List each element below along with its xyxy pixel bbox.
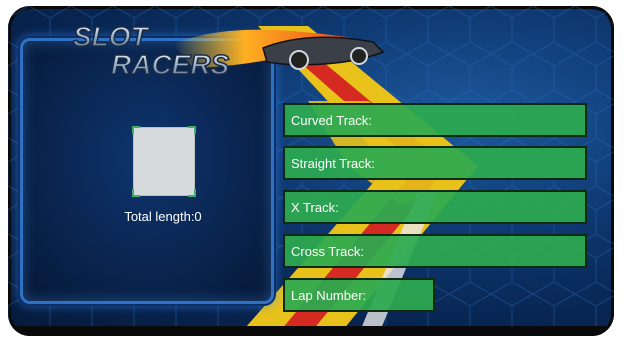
track-preview-canvas[interactable] bbox=[132, 126, 196, 197]
corner-handle bbox=[132, 126, 140, 134]
logo-text-slot: SLOT bbox=[73, 21, 151, 52]
corner-handle bbox=[188, 126, 196, 134]
total-length-label: Total length:0 bbox=[124, 209, 202, 224]
straight-track-field[interactable]: Straight Track: bbox=[283, 146, 587, 180]
x-track-field[interactable]: X Track: bbox=[283, 190, 587, 224]
game-screen: Total length:0 Curved Track: Straight Tr… bbox=[8, 6, 614, 336]
logo-text-racers: RACERS bbox=[111, 49, 230, 80]
slot-racers-logo: SLOT RACERS bbox=[72, 20, 385, 81]
corner-handle bbox=[188, 189, 196, 197]
cross-track-field[interactable]: Cross Track: bbox=[283, 234, 587, 268]
bottom-bar bbox=[8, 326, 614, 336]
curved-track-field[interactable]: Curved Track: bbox=[283, 103, 587, 137]
lap-number-field[interactable]: Lap Number: bbox=[283, 278, 435, 312]
corner-handle bbox=[132, 189, 140, 197]
